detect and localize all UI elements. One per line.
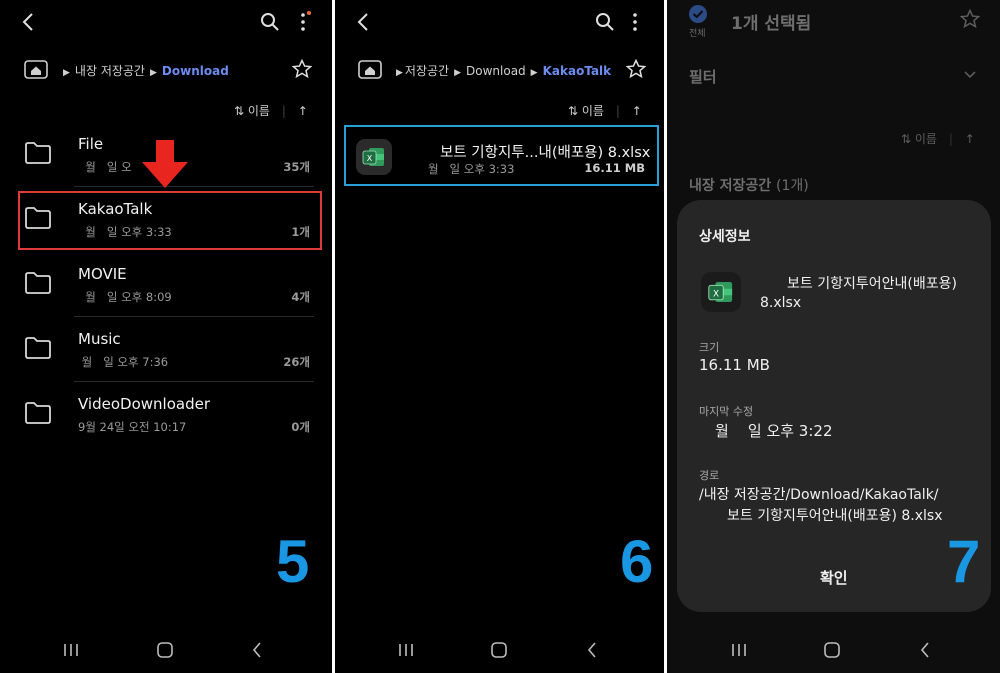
chevron-down-icon[interactable] (963, 70, 977, 80)
folder-count: 4개 (291, 290, 310, 304)
home-icon[interactable] (24, 58, 48, 80)
recent-apps-icon[interactable] (398, 642, 414, 658)
folder-date: 월 일 오 (78, 160, 132, 174)
system-nav-bar (667, 635, 1000, 665)
folder-count: 26개 (283, 355, 310, 369)
list-item[interactable]: MOVIE 월 일 오후 8:09 4개 (0, 255, 332, 317)
folder-name: File (78, 135, 104, 153)
step-number: 6 (620, 528, 654, 595)
folder-icon (24, 141, 52, 169)
file-date: 월 일 오후 3:33 (428, 162, 515, 176)
storage-section: 내장 저장공간 (1개) (689, 175, 809, 195)
sort-bar[interactable]: ⇅ 이름 | ↑ (901, 130, 975, 147)
sort-direction-icon[interactable]: ↑ (632, 104, 642, 118)
file-name: 보트 기항지투...내(배포용) 8.xlsx (440, 145, 651, 161)
filter-label[interactable]: 필터 (689, 66, 717, 87)
confirm-button[interactable]: 확인 (820, 567, 848, 588)
sort-direction-icon[interactable]: ↑ (298, 104, 308, 118)
back-icon[interactable] (355, 12, 371, 32)
file-size: 16.11 MB (584, 161, 645, 175)
size-label: 크기 (699, 341, 720, 354)
breadcrumb-storage[interactable]: 저장공간 (405, 64, 449, 78)
modified-value: 월 일 오후 3:22 (715, 422, 833, 440)
search-icon[interactable] (260, 12, 280, 32)
folder-icon (24, 336, 52, 364)
back-nav-icon[interactable] (586, 641, 598, 659)
file-list-item[interactable]: X 보트 기항지투...내(배포용) 8.xlsx 월 일 오후 3:33 16… (344, 125, 659, 186)
sort-label: 이름 (247, 104, 270, 118)
sort-icon: ⇅ (234, 104, 245, 118)
svg-text:X: X (713, 289, 719, 299)
star-icon[interactable] (960, 9, 980, 29)
back-icon[interactable] (20, 12, 36, 32)
step-number: 7 (947, 528, 981, 595)
home-nav-icon[interactable] (823, 641, 841, 659)
back-nav-icon[interactable] (919, 641, 931, 659)
svg-text:X: X (367, 154, 373, 163)
list-item[interactable]: VideoDownloader 9월 24일 오전 10:17 0개 (0, 385, 332, 447)
folder-date: 월 일 오후 8:09 (78, 290, 172, 304)
highlight-box (18, 191, 322, 250)
sort-label: 이름 (914, 132, 937, 146)
folder-date: 월 일 오후 7:36 (78, 355, 169, 369)
system-nav-bar (335, 635, 664, 665)
breadcrumb-kakaotalk[interactable]: KakaoTalk (543, 64, 612, 78)
recent-apps-icon[interactable] (731, 642, 747, 658)
home-nav-icon[interactable] (156, 641, 174, 659)
star-icon[interactable] (626, 59, 646, 79)
system-nav-bar (0, 635, 332, 665)
sort-direction-icon[interactable]: ↑ (965, 132, 975, 146)
path-label: 경로 (699, 469, 720, 482)
back-nav-icon[interactable] (251, 641, 263, 659)
search-icon[interactable] (595, 12, 615, 32)
storage-count: (1개) (776, 178, 809, 194)
step-number: 5 (276, 528, 310, 595)
sort-label: 이름 (581, 104, 604, 118)
folder-name: VideoDownloader (78, 395, 210, 413)
folder-icon (24, 271, 52, 299)
star-icon[interactable] (292, 59, 312, 79)
folder-name: MOVIE (78, 265, 127, 283)
list-item[interactable]: Music 월 일 오후 7:36 26개 (0, 320, 332, 382)
folder-icon (24, 401, 52, 429)
folder-count: 0개 (291, 420, 310, 434)
selection-title: 1개 선택됨 (731, 14, 812, 34)
select-all-label: 전체 (689, 29, 706, 39)
sort-bar[interactable]: ⇅ 이름 | ↑ (568, 102, 642, 119)
details-dialog: 상세정보 X 보트 기항지투어안내(배포용) 8.xlsx 크기 16.11 M… (677, 200, 991, 612)
recent-apps-icon[interactable] (63, 642, 79, 658)
breadcrumb: ▶ 내장 저장공간 ▶ Download (63, 64, 229, 78)
sort-icon: ⇅ (568, 104, 579, 118)
breadcrumb: ▶ 저장공간 ▶ Download ▶ KakaoTalk (396, 64, 612, 78)
panel-file-details: 전체 1개 선택됨 필터 ⇅ 이름 | ↑ 내장 저장공간 (1개) 상세정보 … (667, 0, 1000, 673)
panel-kakaotalk-folder: ▶ 저장공간 ▶ Download ▶ KakaoTalk ⇅ 이름 | ↑ X 보트 기… (335, 0, 664, 673)
folder-date: 9월 24일 오전 10:17 (78, 420, 187, 434)
modified-label: 마지막 수정 (699, 405, 754, 418)
home-icon[interactable] (358, 58, 382, 80)
sort-bar[interactable]: ⇅ 이름 | ↑ (234, 102, 308, 119)
folder-count: 35개 (283, 160, 310, 174)
dialog-file-name-line2: 8.xlsx (760, 295, 802, 311)
storage-label: 내장 저장공간 (689, 178, 772, 194)
arrow-down-icon (142, 140, 188, 188)
panel-download-folder: ▶ 내장 저장공간 ▶ Download ⇅ 이름 | ↑ File 월 일 오 35… (0, 0, 332, 673)
more-options-icon[interactable] (297, 11, 311, 33)
breadcrumb-download[interactable]: Download (466, 64, 526, 78)
excel-file-icon: X (356, 139, 392, 175)
more-options-icon[interactable] (629, 11, 643, 33)
path-line2: 보트 기항지투어안내(배포용) 8.xlsx (727, 508, 943, 524)
size-value: 16.11 MB (699, 356, 770, 374)
dialog-title: 상세정보 (699, 229, 751, 245)
home-nav-icon[interactable] (490, 641, 508, 659)
excel-file-icon: X (701, 272, 741, 312)
sort-icon: ⇅ (901, 132, 912, 146)
breadcrumb-storage[interactable]: 내장 저장공간 (75, 64, 145, 78)
path-line1: /내장 저장공간/Download/KakaoTalk/ (699, 487, 939, 503)
breadcrumb-download[interactable]: Download (162, 64, 229, 78)
dialog-file-name-line1: 보트 기항지투어안내(배포용) (787, 276, 957, 292)
folder-name: Music (78, 330, 121, 348)
select-all-checkbox-icon[interactable] (688, 4, 708, 24)
